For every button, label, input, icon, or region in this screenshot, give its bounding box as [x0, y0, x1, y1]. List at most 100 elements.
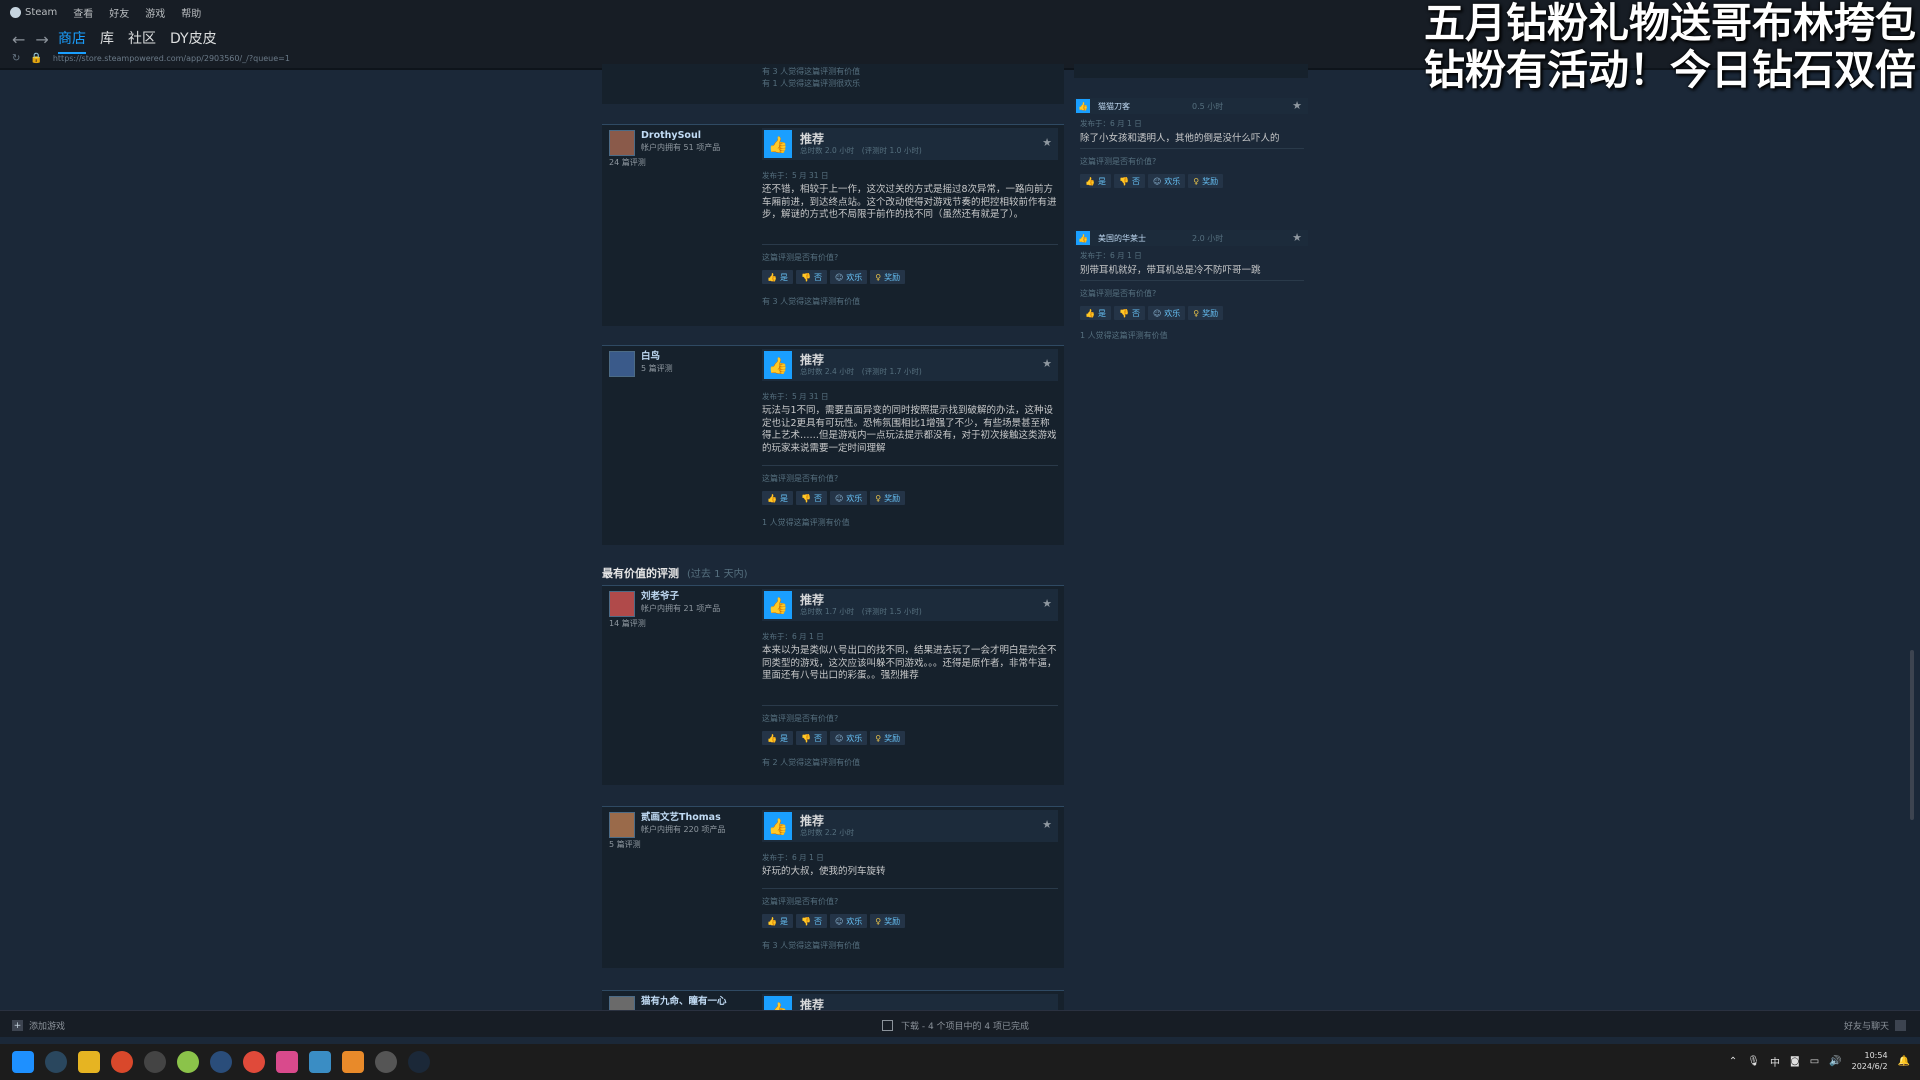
- tab-profile[interactable]: DY皮皮: [170, 28, 217, 54]
- vote-no-button[interactable]: 👎 否: [795, 914, 827, 928]
- vote-yes-button[interactable]: 👍 是: [1080, 174, 1111, 188]
- review-verdict[interactable]: 👍 推荐 总时数 2.4 小时 (评测时 1.7 小时) ★: [762, 349, 1058, 381]
- app-icon[interactable]: [342, 1051, 364, 1073]
- review-verdict[interactable]: 👍 推荐 总时数 1.7 小时 (评测时 1.5 小时) ★: [762, 589, 1058, 621]
- award-button[interactable]: ♀ 奖励: [870, 731, 906, 745]
- vote-funny-button[interactable]: ☺ 欢乐: [1147, 306, 1186, 320]
- review-author[interactable]: 猫有九命、瞳有一心: [609, 996, 749, 1010]
- award-star-icon[interactable]: ★: [1042, 136, 1052, 149]
- helpful-count: 有 3 人觉得这篇评测有价值: [762, 297, 861, 306]
- side-review-header[interactable]: 👍 美国的华莱士 2.0 小时 ★: [1074, 230, 1308, 246]
- add-game-button[interactable]: + 添加游戏: [12, 1019, 65, 1032]
- review-verdict[interactable]: 👍 推荐 总时数 2.0 小时 (评测时 1.0 小时) ★: [762, 128, 1058, 160]
- review-author[interactable]: 白鸟 5 篇评测: [609, 351, 749, 377]
- steam-taskbar-icon[interactable]: [408, 1051, 430, 1073]
- file-explorer-icon[interactable]: [78, 1051, 100, 1073]
- ime-indicator[interactable]: 中: [1770, 1054, 1780, 1069]
- vote-funny-button[interactable]: ☺ 欢乐: [1147, 174, 1186, 188]
- vote-no-button[interactable]: 👎 否: [1113, 306, 1145, 320]
- app-icon[interactable]: [144, 1051, 166, 1073]
- clock-date: 2024/6/2: [1851, 1062, 1888, 1071]
- tab-store[interactable]: 商店: [58, 28, 86, 54]
- vote-no-button[interactable]: 👎 否: [795, 270, 827, 284]
- avatar[interactable]: [609, 130, 635, 156]
- vote-no-button[interactable]: 👎 否: [795, 731, 827, 745]
- windows-start-icon[interactable]: [12, 1051, 34, 1073]
- author-name[interactable]: 猫猫刀客: [1098, 101, 1130, 112]
- divider: [762, 705, 1058, 706]
- review-author[interactable]: 贰画文艺Thomas 帐户内拥有 220 项产品 5 篇评测: [609, 812, 749, 851]
- side-review-card: 👍 美国的华莱士 2.0 小时 ★ 发布于：6 月 1 日 别带耳机就好，带耳机…: [1074, 230, 1308, 350]
- award-button[interactable]: ♀ 奖励: [870, 491, 906, 505]
- back-arrow-icon[interactable]: ←: [12, 30, 25, 49]
- award-star-icon[interactable]: ★: [1042, 818, 1052, 831]
- app-icon[interactable]: [309, 1051, 331, 1073]
- app-tray-icon[interactable]: ◙: [1790, 1056, 1800, 1067]
- network-icon[interactable]: ▭: [1810, 1056, 1819, 1067]
- menu-games[interactable]: 游戏: [145, 5, 165, 20]
- award-button[interactable]: ♀ 奖励: [870, 270, 906, 284]
- vote-yes-button[interactable]: 👍 是: [1080, 306, 1111, 320]
- award-button[interactable]: ♀ 奖励: [870, 914, 906, 928]
- review-verdict[interactable]: 👍 推荐: [762, 994, 1058, 1010]
- vote-yes-button[interactable]: 👍 是: [762, 491, 793, 505]
- vote-funny-button[interactable]: ☺ 欢乐: [829, 914, 868, 928]
- friends-chat-button[interactable]: 好友与聊天: [1844, 1019, 1906, 1032]
- vote-funny-button[interactable]: ☺ 欢乐: [829, 491, 868, 505]
- avatar[interactable]: [609, 812, 635, 838]
- chevron-up-icon[interactable]: ⌃: [1729, 1056, 1737, 1067]
- avatar[interactable]: [609, 351, 635, 377]
- author-review-count[interactable]: 14 篇评测: [609, 617, 749, 630]
- vote-no-button[interactable]: 👎 否: [795, 491, 827, 505]
- thumbs-up-icon: 👍: [767, 272, 777, 282]
- award-button[interactable]: ♀ 奖励: [1188, 174, 1224, 188]
- avatar[interactable]: [609, 996, 635, 1010]
- author-review-count[interactable]: 5 篇评测: [609, 838, 749, 851]
- avatar[interactable]: [609, 591, 635, 617]
- chrome-icon[interactable]: [243, 1051, 265, 1073]
- app-icon[interactable]: [210, 1051, 232, 1073]
- review-author[interactable]: DrothySoul 帐户内拥有 51 项产品 24 篇评测: [609, 130, 749, 169]
- plus-icon: +: [12, 1020, 23, 1031]
- review-author[interactable]: 刘老爷子 帐户内拥有 21 项产品 14 篇评测: [609, 591, 749, 630]
- award-button[interactable]: ♀ 奖励: [1188, 306, 1224, 320]
- thumbs-down-icon: 👎: [1118, 176, 1129, 186]
- scrollbar-thumb[interactable]: [1910, 650, 1914, 820]
- author-review-count[interactable]: 24 篇评测: [609, 156, 749, 169]
- vote-no-button[interactable]: 👎 否: [1113, 174, 1145, 188]
- vote-yes-button[interactable]: 👍 是: [762, 914, 793, 928]
- menu-friends[interactable]: 好友: [109, 5, 129, 20]
- forward-arrow-icon[interactable]: →: [35, 30, 48, 49]
- award-star-icon[interactable]: ★: [1292, 231, 1302, 244]
- url-text[interactable]: https://store.steampowered.com/app/29035…: [53, 54, 290, 63]
- award-star-icon[interactable]: ★: [1042, 357, 1052, 370]
- review-verdict[interactable]: 👍 推荐 总时数 2.2 小时 ★: [762, 810, 1058, 842]
- steam-menu[interactable]: Steam: [10, 6, 57, 18]
- app-icon[interactable]: [177, 1051, 199, 1073]
- vote-yes-button[interactable]: 👍 是: [762, 731, 793, 745]
- award-label: 奖励: [884, 272, 901, 282]
- volume-icon[interactable]: 🔊: [1829, 1056, 1841, 1067]
- notification-bell-icon[interactable]: 🔔: [1898, 1056, 1910, 1067]
- reload-icon[interactable]: ↻: [12, 53, 20, 64]
- menu-view[interactable]: 查看: [73, 5, 93, 20]
- side-review-header[interactable]: 👍 猫猫刀客 0.5 小时 ★: [1074, 98, 1308, 114]
- award-star-icon[interactable]: ★: [1292, 99, 1302, 112]
- menu-help[interactable]: 帮助: [181, 5, 201, 20]
- steam-taskbar-icon[interactable]: [45, 1051, 67, 1073]
- vote-funny-button[interactable]: ☺ 欢乐: [829, 731, 868, 745]
- vote-yes-button[interactable]: 👍 是: [762, 270, 793, 284]
- download-status[interactable]: 下载 - 4 个项目中的 4 项已完成: [882, 1019, 1029, 1032]
- app-icon[interactable]: [276, 1051, 298, 1073]
- microphone-icon[interactable]: 🎙: [1747, 1056, 1760, 1067]
- posted-date: 发布于：6 月 1 日: [762, 853, 824, 862]
- vote-funny-button[interactable]: ☺ 欢乐: [829, 270, 868, 284]
- tab-community[interactable]: 社区: [128, 28, 156, 54]
- clock[interactable]: 10:54 2024/6/2: [1852, 1050, 1888, 1072]
- app-icon[interactable]: [375, 1051, 397, 1073]
- tab-library[interactable]: 库: [100, 28, 114, 54]
- author-name[interactable]: 美国的华莱士: [1098, 233, 1146, 244]
- award-icon: ♀: [1193, 176, 1200, 186]
- award-star-icon[interactable]: ★: [1042, 597, 1052, 610]
- app-icon[interactable]: [111, 1051, 133, 1073]
